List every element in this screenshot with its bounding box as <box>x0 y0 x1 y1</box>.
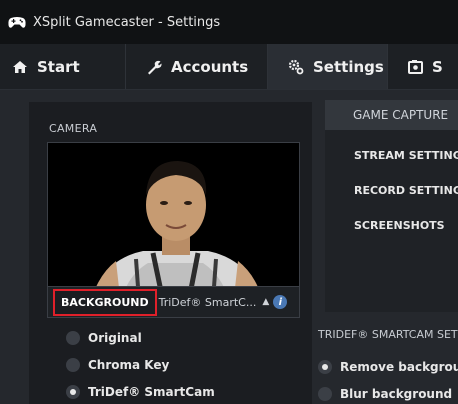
tab-screenshots[interactable]: S <box>388 44 458 89</box>
background-toolbar[interactable]: BACKGROUND TriDef® SmartC... ▲ i <box>47 286 300 318</box>
menu-item-record-setting[interactable]: RECORD SETTING <box>354 184 458 197</box>
tab-accounts[interactable]: Accounts <box>126 44 268 89</box>
option-chroma-key[interactable]: Chroma Key <box>66 358 169 372</box>
tab-bar: Start Accounts Settings S <box>0 44 458 90</box>
tab-settings[interactable]: Settings <box>268 44 388 89</box>
gamepad-icon <box>8 15 26 29</box>
screenshot-icon <box>408 59 423 74</box>
tridef-section-label: TRIDEF® SMARTCAM SET <box>318 328 458 341</box>
tab-start-label: Start <box>37 57 80 76</box>
option-original-label: Original <box>88 331 142 345</box>
option-blur-background-label: Blur background <box>340 387 453 401</box>
home-icon <box>12 60 28 74</box>
tab-start[interactable]: Start <box>0 44 126 89</box>
gears-icon <box>288 59 304 75</box>
tab-accounts-label: Accounts <box>171 57 249 76</box>
tab-screenshots-label: S <box>432 57 443 76</box>
option-remove-background[interactable]: Remove background <box>318 360 458 374</box>
window-title: XSplit Gamecaster - Settings <box>33 14 221 30</box>
info-icon[interactable]: i <box>273 295 288 309</box>
radio-blur-background[interactable] <box>318 387 332 401</box>
title-bar: XSplit Gamecaster - Settings <box>0 0 458 44</box>
option-remove-background-label: Remove background <box>340 360 458 374</box>
chevron-up-icon[interactable]: ▲ <box>262 297 269 307</box>
menu-item-game-capture[interactable]: GAME CAPTURE <box>325 100 458 130</box>
menu-item-stream-setting[interactable]: STREAM SETTING <box>354 149 458 162</box>
option-chroma-key-label: Chroma Key <box>88 358 170 372</box>
option-tridef-smartcam[interactable]: TriDef® SmartCam <box>66 385 215 399</box>
tab-settings-label: Settings <box>313 57 384 76</box>
radio-original[interactable] <box>66 331 80 345</box>
background-label: BACKGROUND <box>53 288 157 316</box>
settings-side-menu <box>325 100 458 312</box>
wrench-icon <box>146 59 162 75</box>
radio-tridef-smartcam[interactable] <box>66 385 80 399</box>
camera-section-label: CAMERA <box>49 122 98 135</box>
option-blur-background[interactable]: Blur background <box>318 387 452 401</box>
option-original[interactable]: Original <box>66 331 142 345</box>
background-select-value[interactable]: TriDef® SmartC... <box>159 296 257 309</box>
menu-item-screenshots[interactable]: SCREENSHOTS <box>354 219 445 232</box>
radio-remove-background[interactable] <box>318 360 332 374</box>
option-tridef-smartcam-label: TriDef® SmartCam <box>88 385 215 399</box>
radio-chroma-key[interactable] <box>66 358 80 372</box>
